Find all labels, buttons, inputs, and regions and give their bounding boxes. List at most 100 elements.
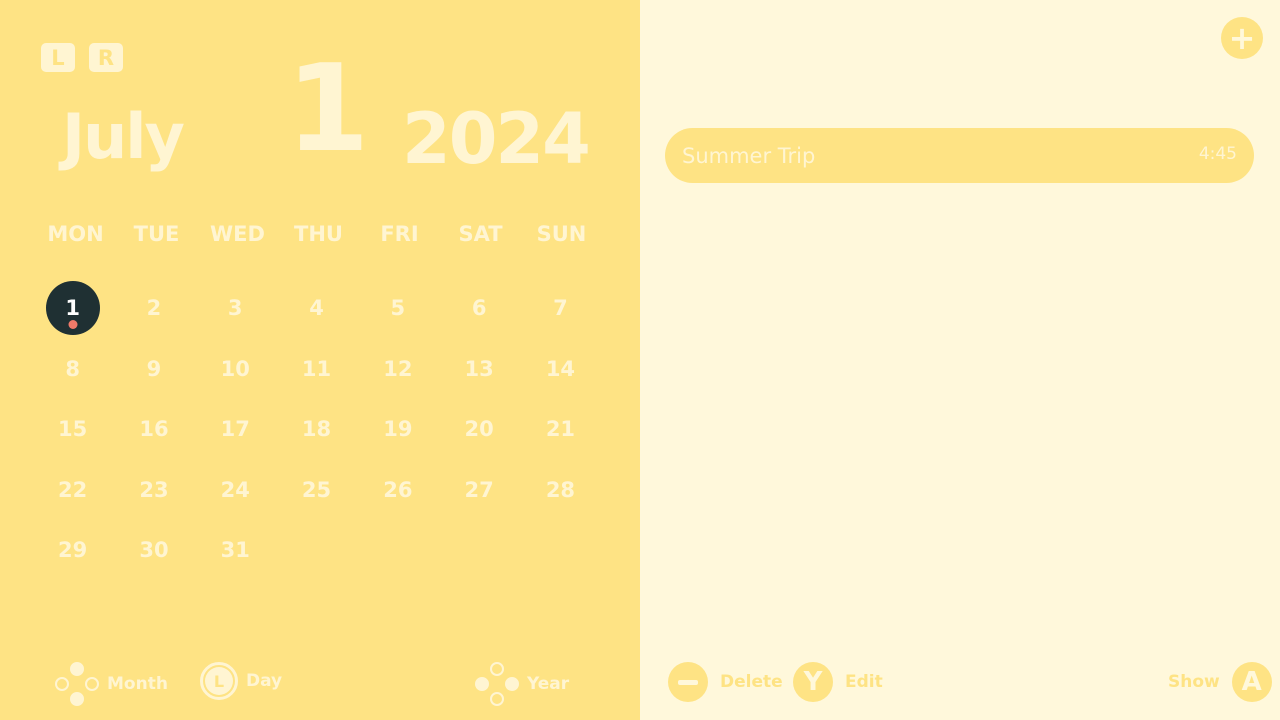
calendar-day-number: 25: [301, 477, 332, 502]
dpad-leftright-icon: [475, 662, 519, 706]
calendar-day-number: 7: [553, 296, 568, 321]
event-item[interactable]: Summer Trip 4:45: [665, 128, 1254, 183]
calendar-day-number: 19: [383, 417, 413, 442]
calendar-day-number: 24: [220, 477, 250, 502]
calendar-day-23[interactable]: 23: [113, 460, 194, 521]
calendar-day-number: 18: [301, 417, 332, 442]
left-stick-icon: L: [200, 662, 238, 700]
weekday-mon: MON: [47, 222, 104, 246]
year-hint-label: Year: [527, 674, 570, 694]
calendar-day-26[interactable]: 26: [357, 460, 438, 521]
calendar-day-number: 16: [139, 417, 169, 442]
calendar-day-number: 14: [545, 356, 576, 381]
add-event-button[interactable]: +: [1221, 17, 1263, 59]
r-shoulder-button-icon[interactable]: R: [89, 43, 123, 72]
calendar-day-17[interactable]: 17: [195, 399, 276, 460]
calendar-day-number: 20: [464, 417, 494, 442]
y-button-icon: Y: [793, 662, 833, 702]
year-hint: Year: [475, 662, 569, 706]
calendar-day-29[interactable]: 29: [32, 520, 113, 581]
event-time: 4:45: [1198, 143, 1237, 164]
calendar-day-number: 6: [471, 296, 487, 321]
calendar-day-12[interactable]: 12: [357, 339, 438, 400]
calendar-day-number: 12: [383, 356, 413, 381]
calendar-day-27[interactable]: 27: [438, 460, 519, 521]
weekday-thu: THU: [294, 222, 343, 246]
weekday-header: MON TUE WED THU FRI SAT SUN: [35, 222, 600, 246]
calendar-day-31[interactable]: 31: [195, 520, 276, 581]
minus-button-icon: [668, 662, 708, 702]
calendar-day-14[interactable]: 14: [520, 339, 601, 400]
weekday-fri: FRI: [380, 222, 419, 246]
calendar-day-11[interactable]: 11: [276, 339, 357, 400]
calendar-day-7[interactable]: 7: [520, 278, 601, 339]
calendar-day-number: 28: [545, 477, 576, 502]
event-title: Summer Trip: [682, 143, 816, 168]
calendar-day-24[interactable]: 24: [195, 460, 276, 521]
calendar-day-30[interactable]: 30: [113, 520, 194, 581]
calendar-day-number: 8: [65, 356, 80, 381]
calendar-day-number: 30: [139, 538, 169, 563]
calendar-day-number: 11: [301, 356, 332, 381]
calendar-day-number: 5: [390, 296, 406, 321]
calendar-day-number: 15: [58, 417, 88, 442]
calendar-day-22[interactable]: 22: [32, 460, 113, 521]
calendar-day-28[interactable]: 28: [520, 460, 601, 521]
calendar-day-5[interactable]: 5: [357, 278, 438, 339]
calendar-day-2[interactable]: 2: [113, 278, 194, 339]
calendar-day-number: 1: [65, 296, 80, 321]
l-shoulder-button-icon[interactable]: L: [41, 43, 75, 72]
calendar-day-8[interactable]: 8: [32, 339, 113, 400]
calendar-day-19[interactable]: 19: [357, 399, 438, 460]
edit-hint[interactable]: Y Edit: [793, 662, 883, 702]
delete-label: Delete: [720, 672, 783, 692]
calendar-day-9[interactable]: 9: [113, 339, 194, 400]
calendar-day-number: 22: [58, 477, 88, 502]
month-hint: Month: [55, 662, 168, 706]
delete-hint[interactable]: Delete: [668, 662, 783, 702]
weekday-sat: SAT: [458, 222, 503, 246]
calendar-day-number: 26: [383, 477, 413, 502]
month-title: July: [62, 100, 185, 173]
calendar-day-number: 31: [220, 538, 250, 563]
selected-day-title: 1: [286, 40, 370, 179]
weekday-tue: TUE: [133, 222, 180, 246]
calendar-panel: L R July 1 2024 MON TUE WED THU FRI SAT …: [0, 0, 640, 720]
calendar-day-18[interactable]: 18: [276, 399, 357, 460]
calendar-day-number: 29: [58, 538, 88, 563]
weekday-sun: SUN: [536, 222, 587, 246]
calendar-day-20[interactable]: 20: [438, 399, 519, 460]
show-label: Show: [1168, 672, 1220, 692]
calendar-grid: 1 2 3 4 5 6 7 8 9 10 11 12 13 14 15 16 17 18 19 20 21 22 23 24 2…: [32, 278, 602, 581]
calendar-day-number: 21: [545, 417, 576, 442]
calendar-app: L R July 1 2024 MON TUE WED THU FRI SAT …: [0, 0, 1280, 720]
calendar-day-number: 10: [220, 356, 250, 381]
day-hint: L Day: [200, 662, 282, 700]
event-indicator-dot: [68, 320, 78, 330]
calendar-day-13[interactable]: 13: [438, 339, 519, 400]
calendar-day-number: 17: [220, 417, 250, 442]
events-panel: + Summer Trip 4:45 Delete Y Edit Show A: [640, 0, 1280, 720]
calendar-day-number: 2: [146, 296, 162, 321]
calendar-day-number: 23: [139, 477, 169, 502]
day-hint-label: Day: [246, 671, 283, 691]
calendar-day-21[interactable]: 21: [520, 399, 601, 460]
month-hint-label: Month: [107, 674, 168, 694]
show-hint[interactable]: Show A: [1168, 662, 1272, 702]
dpad-updown-icon: [55, 662, 99, 706]
calendar-day-15[interactable]: 15: [32, 399, 113, 460]
calendar-day-10[interactable]: 10: [195, 339, 276, 400]
a-button-icon: A: [1231, 662, 1272, 702]
calendar-day-1[interactable]: 1: [32, 278, 113, 339]
calendar-day-4[interactable]: 4: [276, 278, 357, 339]
calendar-day-16[interactable]: 16: [113, 399, 194, 460]
calendar-day-number: 4: [309, 296, 324, 321]
calendar-day-3[interactable]: 3: [195, 278, 276, 339]
calendar-day-number: 9: [146, 356, 162, 381]
year-title: 2024: [402, 98, 591, 180]
calendar-day-number: 13: [464, 356, 494, 381]
weekday-wed: WED: [210, 222, 265, 246]
calendar-day-number: 3: [227, 296, 243, 321]
calendar-day-25[interactable]: 25: [276, 460, 357, 521]
calendar-day-6[interactable]: 6: [438, 278, 519, 339]
